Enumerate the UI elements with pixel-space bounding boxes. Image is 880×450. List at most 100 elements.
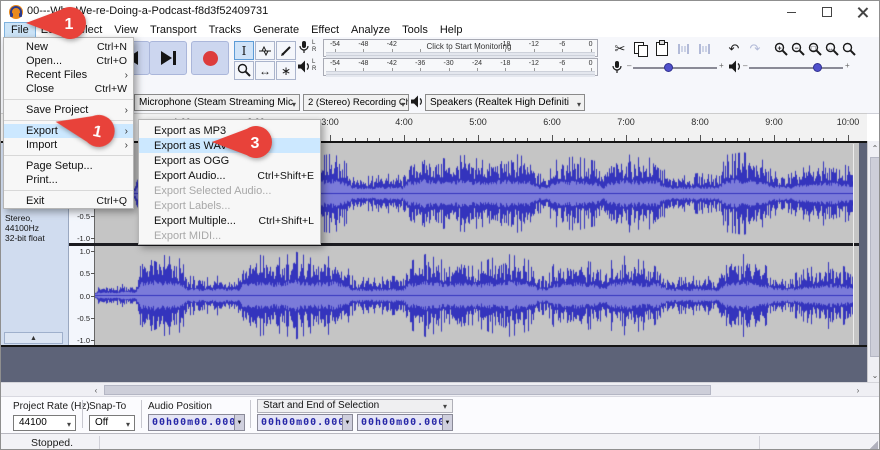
recording-device-select[interactable]: Microphone (Steam Streaming Mic ▾	[134, 94, 300, 111]
skip-to-end-button[interactable]	[149, 41, 187, 75]
separator	[759, 436, 760, 449]
chevron-down-icon[interactable]: ▼	[234, 415, 244, 430]
svg-text:3: 3	[251, 135, 260, 152]
track-collapse-button[interactable]: ▲	[4, 332, 63, 344]
submenu-arrow-icon: ›	[125, 126, 128, 137]
timeline-label: 6:00	[537, 117, 567, 127]
file-menu-item-open[interactable]: Open...Ctrl+O	[4, 54, 133, 68]
menubar-item-analyze[interactable]: Analyze	[345, 23, 396, 37]
chevron-down-icon[interactable]: ▼	[342, 415, 352, 430]
undo-icon[interactable]: ↶	[724, 39, 744, 59]
zoom-toggle-icon[interactable]	[839, 39, 859, 59]
project-rate-value: 44100	[19, 417, 47, 428]
file-menu-item-new[interactable]: NewCtrl+N	[4, 40, 133, 54]
meter-scale-label: 0	[580, 41, 602, 48]
recording-volume-slider[interactable]	[633, 67, 717, 69]
chevron-down-icon: ▾	[292, 97, 296, 111]
title-bar: 00---Why-We-re-Doing-a-Podcast-f8d3f5240…	[1, 1, 879, 23]
envelope-tool-icon[interactable]	[255, 41, 275, 60]
snap-to-select[interactable]: Off ▾	[89, 415, 135, 431]
svg-text:−: −	[794, 45, 798, 52]
horizontal-scrollbar[interactable]: ‹ ›	[1, 382, 880, 396]
export-menu-item-export-audio[interactable]: Export Audio...Ctrl+Shift+E	[139, 168, 320, 183]
menubar-item-generate[interactable]: Generate	[247, 23, 305, 37]
file-menu-item-page-setup[interactable]: Page Setup...	[4, 159, 133, 173]
chevron-down-icon[interactable]: ▼	[442, 415, 452, 430]
chevron-down-icon: ▾	[67, 418, 71, 432]
export-menu-item-export-multiple[interactable]: Export Multiple...Ctrl+Shift+L	[139, 213, 320, 228]
audacity-logo-icon	[8, 4, 24, 20]
selection-tool-icon[interactable]: I	[234, 41, 254, 60]
ruler-scale-label: -0.5	[70, 212, 90, 221]
file-menu-item-close[interactable]: CloseCtrl+W	[4, 82, 133, 96]
track-info-line2: 32-bit float	[5, 233, 68, 243]
playback-device-value: Speakers (Realtek High Definiti	[430, 97, 569, 108]
ruler-scale-label: 0.5	[70, 269, 90, 278]
ruler-scale-label: -1.0	[70, 336, 90, 345]
menubar-item-view[interactable]: View	[108, 23, 144, 37]
scroll-up-icon[interactable]: ⌃	[870, 143, 880, 153]
recording-volume-thumb[interactable]	[664, 63, 673, 72]
multi-tool-icon[interactable]: ∗	[276, 61, 296, 80]
close-button[interactable]	[845, 1, 880, 23]
recording-channels-select[interactable]: 2 (Stereo) Recording Chan ▾	[303, 94, 409, 111]
cut-icon[interactable]: ✂	[610, 39, 630, 59]
recording-meter[interactable]: -54-48-42-18-12-60Click to Start Monitor…	[323, 39, 598, 57]
maximize-button[interactable]	[809, 1, 845, 23]
copy-icon[interactable]	[631, 39, 651, 59]
menubar-item-tracks[interactable]: Tracks	[203, 23, 248, 37]
scroll-right-icon[interactable]: ›	[853, 385, 863, 395]
export-menu-item-export-selected-audio: Export Selected Audio...	[139, 183, 320, 198]
record-button[interactable]	[191, 41, 229, 75]
menubar-item-help[interactable]: Help	[434, 23, 469, 37]
selection-start-field[interactable]: 00h00m00.000s ▼	[257, 414, 353, 431]
vertical-scrollbar[interactable]: ⌃ ⌄	[867, 141, 880, 382]
selection-end-field[interactable]: 00h00m00.000s ▼	[357, 414, 453, 431]
waveform-right-channel[interactable]	[95, 246, 854, 345]
file-menu-item-print[interactable]: Print...	[4, 173, 133, 187]
callout-step-1-file: 1	[25, 5, 87, 41]
menu-separator	[4, 96, 133, 103]
menubar-item-transport[interactable]: Transport	[144, 23, 203, 37]
audio-position-value: 00h00m00.000s	[149, 415, 234, 430]
meter-monitor-text[interactable]: Click to Start Monitoring	[384, 42, 554, 51]
draw-tool-icon[interactable]	[276, 41, 296, 60]
scroll-down-icon[interactable]: ⌄	[870, 370, 880, 380]
audio-position-field[interactable]: 00h00m00.000s ▼	[148, 414, 245, 431]
meter-scale-label: -48	[352, 60, 374, 67]
file-menu-item-recent-files[interactable]: Recent Files›	[4, 68, 133, 82]
play-slider-minus: –	[743, 61, 747, 70]
menubar-item-effect[interactable]: Effect	[305, 23, 345, 37]
vertical-scroll-thumb[interactable]	[870, 157, 880, 357]
snap-to-label: Snap-To	[89, 401, 126, 412]
time-shift-tool-icon[interactable]: ↔	[255, 61, 275, 80]
timeline-label: 10:00	[833, 117, 863, 127]
timeline-label: 5:00	[463, 117, 493, 127]
file-menu-item-exit[interactable]: ExitCtrl+Q	[4, 194, 133, 208]
play-meter-speaker-icon[interactable]	[297, 60, 311, 73]
selection-toolbar: Project Rate (Hz) 44100 ▾ Snap-To Off ▾ …	[1, 396, 880, 433]
paste-icon[interactable]	[652, 39, 672, 59]
menubar-item-tools[interactable]: Tools	[396, 23, 434, 37]
mixer-mic-icon	[611, 60, 623, 75]
playback-volume-slider[interactable]	[749, 67, 843, 69]
project-rate-select[interactable]: 44100 ▾	[13, 415, 76, 431]
scroll-left-icon[interactable]: ‹	[91, 385, 101, 395]
meter-scale-label: -24	[466, 60, 488, 67]
horizontal-scroll-thumb[interactable]	[104, 385, 711, 395]
export-menu-item-export-midi: Export MIDI...	[139, 228, 320, 243]
silence-audio-icon	[694, 39, 714, 59]
selection-start-value: 00h00m00.000s	[258, 415, 342, 430]
playback-volume-thumb[interactable]	[813, 63, 822, 72]
meter-scale-label: -12	[523, 60, 545, 67]
chevron-down-icon: ▾	[443, 401, 447, 413]
minimize-button[interactable]	[773, 1, 809, 23]
submenu-arrow-icon: ›	[125, 70, 128, 81]
playback-meter[interactable]: -54-48-42-36-30-24-18-12-60	[323, 58, 598, 76]
playback-device-select[interactable]: Speakers (Realtek High Definiti ▾	[425, 94, 585, 111]
selection-mode-select[interactable]: Start and End of Selection ▾	[257, 399, 453, 413]
record-meter-mic-icon[interactable]	[298, 40, 310, 55]
resize-grip[interactable]	[870, 441, 878, 449]
zoom-tool-icon[interactable]	[234, 61, 254, 80]
recording-channels-value: 2 (Stereo) Recording Chan	[308, 97, 409, 108]
